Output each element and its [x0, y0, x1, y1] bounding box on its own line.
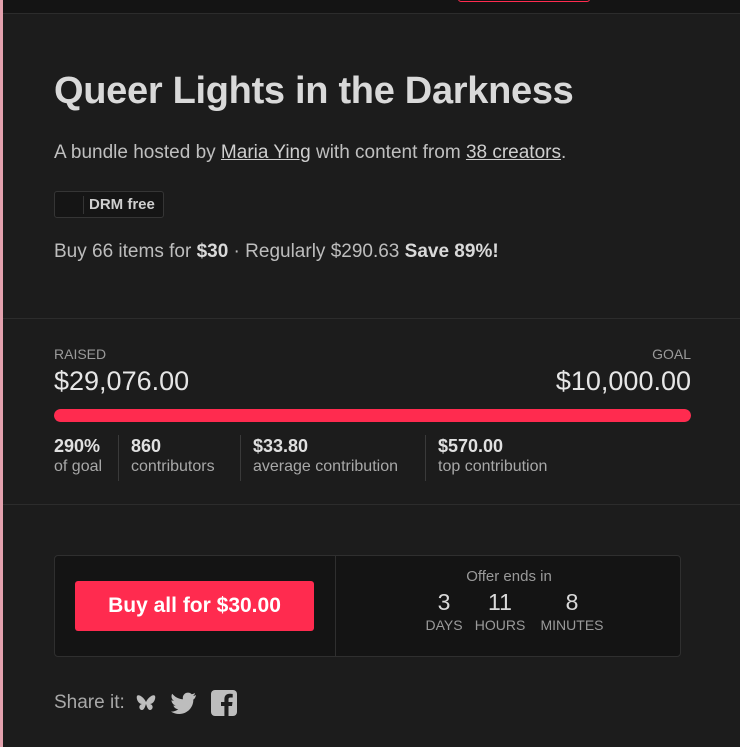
- top-bar: [3, 0, 740, 14]
- stat-label: top contribution: [438, 458, 548, 475]
- countdown-unit: HOURS: [474, 617, 526, 633]
- facebook-icon[interactable]: [210, 690, 237, 716]
- stat-value: $570.00: [438, 436, 504, 456]
- top-bar-button[interactable]: [458, 0, 590, 2]
- buy-all-button[interactable]: Buy all for $30.00: [75, 581, 314, 631]
- drm-free-badge: DRM free: [54, 191, 164, 218]
- countdown-minutes: 8 MINUTES: [536, 588, 608, 634]
- countdown-value: 11: [488, 589, 512, 615]
- offer-countdown: Offer ends in 3 DAYS 11 HOURS 8 MINUTES: [336, 556, 682, 656]
- offer-savings: Save 89%!: [404, 241, 499, 262]
- offer-summary: Buy 66 items for $30 · Regularly $290.63…: [54, 241, 499, 263]
- countdown-unit: MINUTES: [540, 617, 604, 633]
- countdown-value: 8: [565, 589, 579, 615]
- countdown-unit: DAYS: [425, 617, 463, 633]
- share-label: Share it:: [54, 692, 125, 713]
- bundle-title: Queer Lights in the Darkness: [54, 70, 574, 112]
- offer-prefix: Buy 66 items for: [54, 241, 197, 262]
- stat-value: 290%: [54, 436, 101, 456]
- host-link[interactable]: Maria Ying: [221, 142, 311, 163]
- download-icon: [61, 195, 84, 214]
- stat-value: $33.80: [253, 436, 309, 456]
- countdown-hours: 11 HOURS: [472, 588, 528, 634]
- stat-contributors: 860 contributors: [118, 435, 215, 481]
- goal-label: GOAL: [652, 346, 691, 362]
- offer-regular: · Regularly $290.63: [228, 241, 405, 262]
- progress-bar: [54, 409, 691, 422]
- drm-label: DRM free: [89, 196, 155, 213]
- countdown-value: 3: [437, 589, 451, 615]
- stat-value: 860: [131, 436, 162, 456]
- byline-mid: with content from: [310, 142, 466, 163]
- stat-percent: 290% of goal: [54, 435, 102, 481]
- offer-ends-label: Offer ends in: [466, 568, 552, 585]
- stat-top: $570.00 top contribution: [425, 435, 547, 481]
- byline-prefix: A bundle hosted by: [54, 142, 221, 163]
- twitter-icon[interactable]: [170, 692, 197, 714]
- goal-value: $10,000.00: [555, 366, 691, 396]
- bundle-header: Queer Lights in the Darkness A bundle ho…: [3, 15, 740, 318]
- byline-end: .: [560, 142, 567, 163]
- funding-stats: RAISED GOAL $29,076.00 $10,000.00 290% o…: [3, 318, 740, 505]
- countdown-days: 3 DAYS: [424, 588, 464, 634]
- creators-link[interactable]: 38 creators: [466, 142, 561, 163]
- raised-label: RAISED: [54, 346, 107, 362]
- purchase-box: Buy all for $30.00 Offer ends in 3 DAYS …: [54, 555, 681, 657]
- stat-average: $33.80 average contribution: [240, 435, 398, 481]
- raised-value: $29,076.00: [54, 366, 190, 396]
- share-row: Share it:: [54, 690, 251, 716]
- stat-label: of goal: [54, 458, 103, 475]
- progress-fill: [54, 409, 691, 422]
- bundle-byline: A bundle hosted by Maria Ying with conte…: [54, 142, 566, 164]
- stat-label: contributors: [131, 458, 215, 475]
- bluesky-icon[interactable]: [135, 693, 157, 713]
- stat-label: average contribution: [253, 458, 398, 475]
- offer-price: $30: [196, 241, 229, 262]
